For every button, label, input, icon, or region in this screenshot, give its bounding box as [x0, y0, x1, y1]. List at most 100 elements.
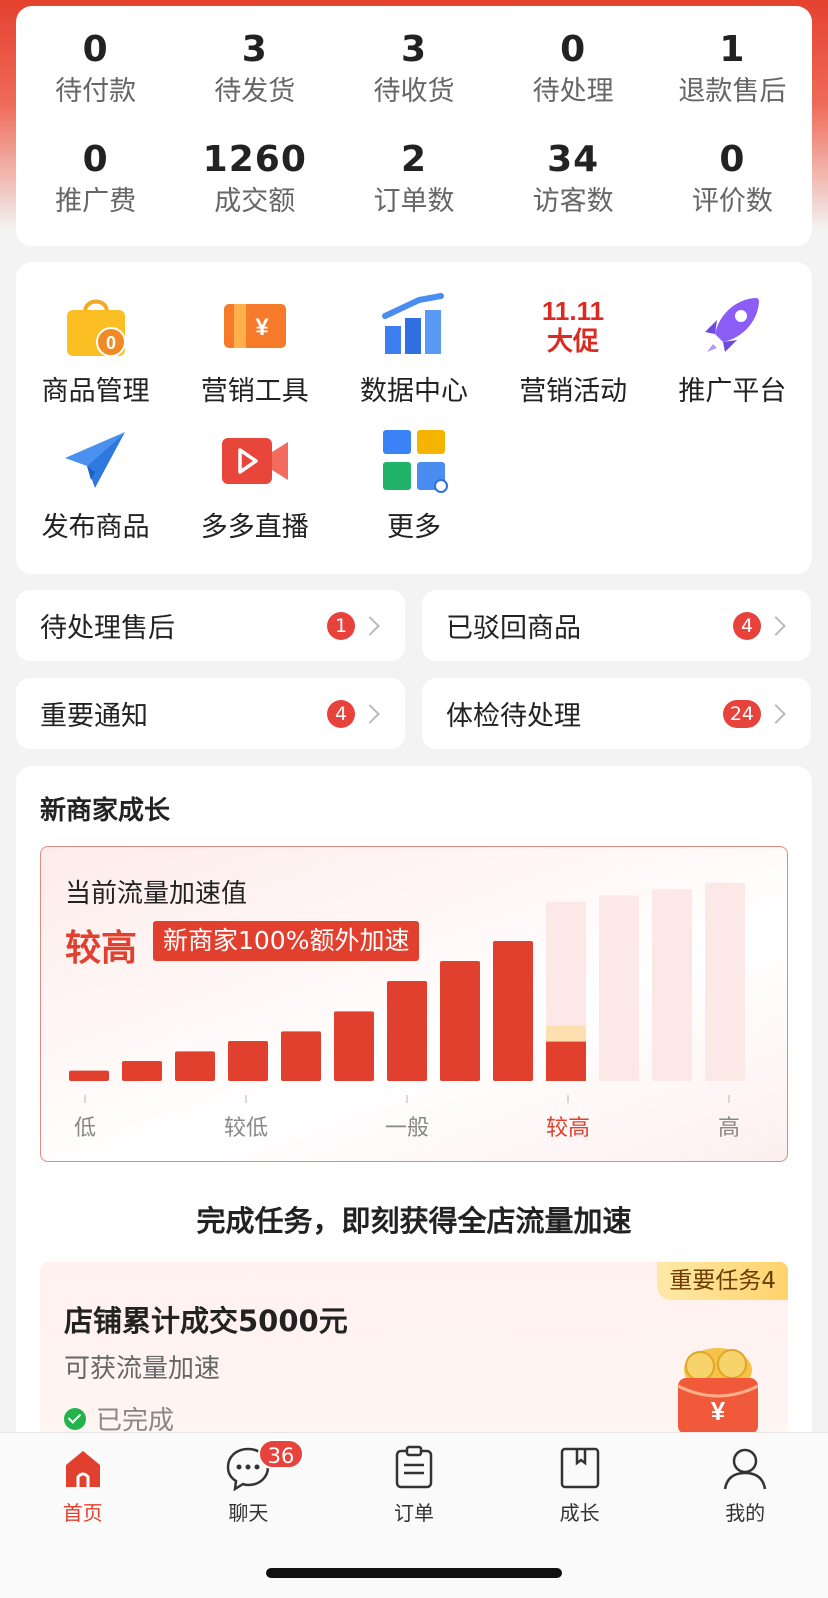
tool-label: 多多直播 — [200, 512, 309, 543]
boost-bar-filled — [493, 941, 533, 1081]
tab-growth[interactable]: 成长 — [497, 1445, 663, 1526]
shortcut-pending-aftersale[interactable]: 待处理售后 1 — [16, 590, 405, 661]
stat-value: 34 — [547, 139, 600, 180]
video-camera-icon — [220, 426, 290, 496]
tool-live-stream[interactable]: 多多直播 — [175, 426, 334, 546]
stat-refund-aftersale[interactable]: 1 退款售后 — [653, 28, 812, 110]
promo-1111-icon: 11.11 大促 — [538, 290, 608, 360]
stat-review-count[interactable]: 0 评价数 — [653, 138, 812, 220]
boost-bar-empty — [652, 889, 692, 1081]
tool-label: 营销活动 — [519, 376, 628, 407]
task-title: 店铺累计成交5000元 — [64, 1304, 348, 1338]
shortcut-health-check[interactable]: 体检待处理 24 — [422, 678, 811, 749]
stats-card: 0 待付款 3 待发货 3 待收货 0 待处理 1 退款售后 0 推广费 126… — [16, 6, 812, 246]
paper-plane-icon — [61, 426, 131, 496]
shortcut-important-notice[interactable]: 重要通知 4 — [16, 678, 405, 749]
svg-text:¥: ¥ — [711, 1396, 726, 1426]
stat-pending-receipt[interactable]: 3 待收货 — [334, 28, 493, 110]
stat-label: 订单数 — [373, 186, 455, 217]
tick-label: 一般 — [385, 1116, 429, 1141]
stat-value: 1260 — [202, 139, 307, 180]
tool-promotion-platform[interactable]: 推广平台 — [653, 290, 812, 410]
new-merchant-growth-card: 新商家成长 当前流量加速值 较高 新商家100%额外加速 低较低 一般 较高高 完成… — [16, 766, 812, 1482]
unread-badge: 36 — [257, 1439, 305, 1469]
stat-label: 评价数 — [691, 186, 773, 217]
check-icon — [64, 1407, 86, 1430]
tick-label: 较高 — [546, 1116, 590, 1141]
tool-marketing-activity[interactable]: 11.11 大促 营销活动 — [494, 290, 653, 410]
stat-label: 成交额 — [214, 186, 296, 217]
chevron-right-icon — [360, 615, 380, 636]
tab-label: 订单 — [393, 1501, 434, 1525]
shortcut-rejected-products[interactable]: 已驳回商品 4 — [422, 590, 811, 661]
tick-label: 高 — [718, 1116, 740, 1141]
boost-bar-filled — [122, 1061, 162, 1081]
stat-value: 2 — [400, 139, 427, 180]
stat-pending-payment[interactable]: 0 待付款 — [16, 28, 175, 110]
stats-row-orders: 0 待付款 3 待发货 3 待收货 0 待处理 1 退款售后 — [16, 28, 812, 110]
red-envelope-icon: ¥ — [677, 1348, 759, 1434]
tool-marketing-tools[interactable]: ¥ 营销工具 — [175, 290, 334, 410]
stat-gmv[interactable]: 1260 成交额 — [175, 138, 334, 220]
home-icon — [60, 1445, 106, 1491]
tool-more[interactable]: 更多 — [334, 426, 493, 546]
stat-label: 待付款 — [55, 76, 137, 107]
tool-data-center[interactable]: 数据中心 — [334, 290, 493, 410]
rocket-icon — [697, 290, 767, 360]
stat-label: 退款售后 — [678, 76, 787, 107]
boost-bar-filled — [281, 1031, 321, 1081]
svg-text:0: 0 — [106, 333, 116, 353]
stat-label: 推广费 — [55, 186, 137, 217]
stat-visitor-count[interactable]: 34 访客数 — [494, 138, 653, 220]
stat-value: 0 — [560, 29, 587, 70]
traffic-boost-panel[interactable]: 当前流量加速值 较高 新商家100%额外加速 低较低 一般 较高高 — [40, 846, 788, 1162]
boost-bar-filled — [69, 1070, 109, 1081]
tool-label: 商品管理 — [41, 376, 150, 407]
order-icon — [391, 1445, 437, 1491]
stats-row-metrics: 0 推广费 1260 成交额 2 订单数 34 访客数 0 评价数 — [16, 138, 812, 220]
boost-level-chart: 低 较低 一般 较高 高 — [69, 882, 745, 1141]
profile-icon — [722, 1445, 768, 1491]
shortcut-label: 待处理售后 — [40, 613, 175, 644]
stat-value: 3 — [241, 29, 268, 70]
more-grid-icon — [379, 426, 449, 496]
tab-orders[interactable]: 订单 — [331, 1445, 497, 1526]
bar-chart-icon — [379, 290, 449, 360]
shortcut-label: 已驳回商品 — [446, 613, 581, 644]
tab-label: 聊天 — [228, 1501, 269, 1525]
stat-label: 待发货 — [214, 76, 296, 107]
tick-label: 低 — [74, 1116, 96, 1141]
tab-chat[interactable]: 36 聊天 — [166, 1439, 332, 1526]
stat-order-count[interactable]: 2 订单数 — [334, 138, 493, 220]
stat-label: 待收货 — [373, 76, 455, 107]
task-tag: 重要任务4 — [657, 1262, 788, 1300]
tools-card: 0 商品管理 ¥ 营销工具 数据中心 11.11 大促 营销活动 推广平台 发布… — [16, 262, 812, 574]
stat-value: 0 — [82, 29, 109, 70]
boost-bar-filled — [175, 1051, 215, 1081]
stat-pending-process[interactable]: 0 待处理 — [494, 28, 653, 110]
tab-profile[interactable]: 我的 — [662, 1445, 828, 1526]
stat-value: 3 — [400, 29, 427, 70]
growth-book-icon — [557, 1445, 603, 1491]
svg-text:11.11: 11.11 — [542, 296, 604, 326]
tool-publish-product[interactable]: 发布商品 — [16, 426, 175, 546]
tool-label: 数据中心 — [359, 376, 468, 407]
tick-label: 较低 — [224, 1116, 268, 1141]
task-subtitle: 可获流量加速 — [64, 1354, 221, 1384]
tool-label: 营销工具 — [200, 376, 309, 407]
task-heading: 完成任务，即刻获得全店流量加速 — [196, 1204, 632, 1238]
boost-bar-empty — [599, 895, 639, 1081]
stat-value: 0 — [82, 139, 109, 180]
chevron-right-icon — [766, 615, 786, 636]
stat-promotion-fee[interactable]: 0 推广费 — [16, 138, 175, 220]
stat-pending-shipment[interactable]: 3 待发货 — [175, 28, 334, 110]
tool-label: 推广平台 — [678, 376, 787, 407]
tab-home[interactable]: 首页 — [0, 1445, 166, 1526]
tool-product-management[interactable]: 0 商品管理 — [16, 290, 175, 410]
boost-bar-filled — [334, 1011, 374, 1081]
boost-bar-empty — [705, 882, 745, 1081]
boost-bar-current-glow — [546, 1025, 586, 1042]
stat-label: 待处理 — [532, 76, 614, 107]
section-title: 新商家成长 — [40, 796, 171, 826]
stat-value: 0 — [719, 139, 746, 180]
